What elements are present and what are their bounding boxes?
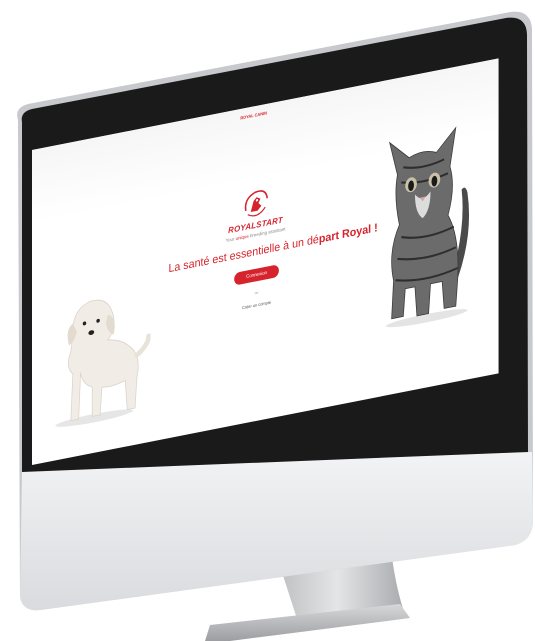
or-separator: ou <box>254 290 259 296</box>
login-button[interactable]: Connexion <box>234 264 279 286</box>
monitor-chin <box>20 452 533 611</box>
brand-block: ROYALSTART Your unique breeding assistan… <box>207 178 304 246</box>
create-account-link[interactable]: Créer un compte <box>240 299 273 311</box>
puppy-image <box>55 299 151 427</box>
royalstart-logo-icon <box>244 190 268 217</box>
imac-mockup: ROYAL CANIN ROYALSTART Your unique breed… <box>0 0 535 641</box>
kitten-image <box>385 126 470 328</box>
